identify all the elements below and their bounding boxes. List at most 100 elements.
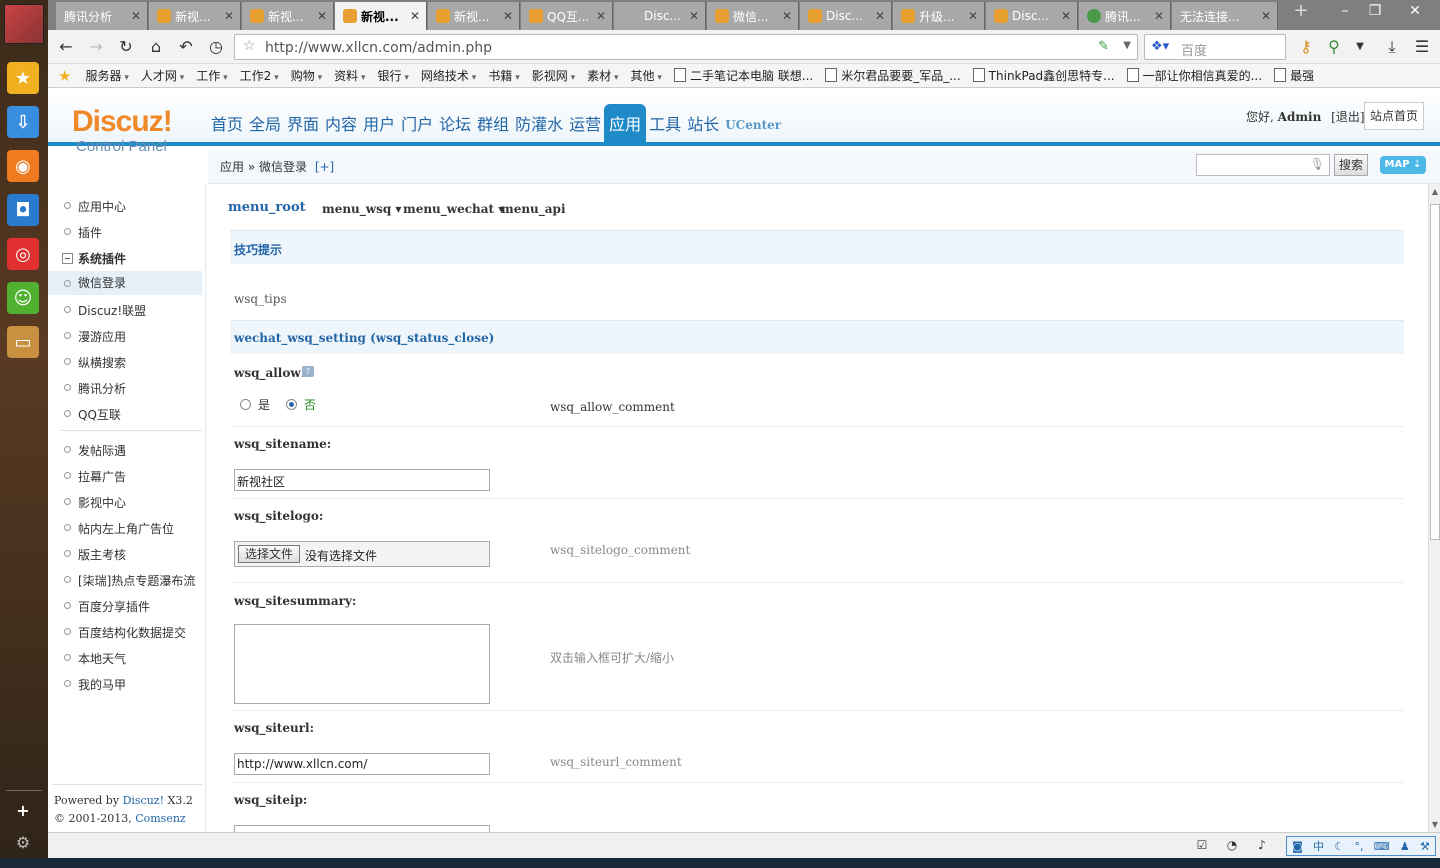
help-icon[interactable]: ?	[302, 366, 314, 377]
notes-icon[interactable]: ▭	[7, 326, 39, 358]
close-icon[interactable]: ✕	[131, 9, 141, 23]
forward-icon[interactable]: →	[84, 36, 108, 58]
allow-yes-radio[interactable]	[240, 399, 251, 410]
sitelogo-file-input[interactable]: 选择文件 没有选择文件	[234, 541, 490, 567]
close-icon[interactable]: ✕	[1061, 9, 1071, 23]
map-button[interactable]: MAP ⇣	[1380, 156, 1426, 174]
sidebar-item-app-center[interactable]: 应用中心	[63, 198, 126, 215]
submenu-root[interactable]: menu_root	[228, 200, 306, 215]
menu-icon[interactable]: ☰	[1410, 36, 1434, 58]
minimize-icon[interactable]: –	[1330, 0, 1360, 22]
bookmark-folder[interactable]: 资料	[334, 67, 365, 84]
new-tab-icon[interactable]: +	[1286, 0, 1316, 22]
sidebar-item-plugin[interactable]: 影视中心	[63, 494, 126, 511]
nav-safe[interactable]: 防灌水	[512, 104, 566, 142]
sidebar-item-plugins[interactable]: 插件	[63, 224, 102, 241]
vertical-scrollbar[interactable]: ▲ ▼	[1428, 184, 1440, 832]
gamepad-icon[interactable]: ◘	[7, 194, 39, 226]
submenu-wechat[interactable]: menu_wechat ▾	[403, 202, 504, 216]
nav-content[interactable]: 内容	[322, 104, 360, 142]
discuz-logo[interactable]: Discuz! Control Panel	[72, 107, 173, 156]
sidebar-item-manyou[interactable]: 漫游应用	[63, 328, 126, 345]
admin-search-input[interactable]: 🎙	[1196, 154, 1330, 176]
home-icon[interactable]: ⌂	[144, 36, 168, 58]
weibo-icon[interactable]: ◎	[7, 238, 39, 270]
nav-forum[interactable]: 论坛	[436, 104, 474, 142]
tab[interactable]: 升级... ✕	[893, 2, 985, 30]
bookmark-link[interactable]: 米尔君品要要_军品_...	[825, 67, 960, 84]
nav-ucenter[interactable]: UCenter	[722, 104, 784, 142]
sidebar-group-system-plugins[interactable]: 系统插件	[62, 250, 126, 267]
bookmark-folder[interactable]: 服务器	[85, 67, 128, 84]
bookmark-link[interactable]: 最强	[1274, 67, 1314, 84]
sitesummary-textarea[interactable]	[234, 624, 490, 704]
sidebar-item-plugin[interactable]: 百度分享插件	[63, 598, 150, 615]
reload-icon[interactable]: ↻	[114, 36, 138, 58]
sidebar-item-plugin[interactable]: 本地天气	[63, 650, 126, 667]
tab[interactable]: 新视... ✕	[428, 2, 520, 30]
ime-user-icon[interactable]: ♟	[1400, 840, 1410, 853]
collapse-icon[interactable]	[62, 253, 73, 264]
submenu-wsq[interactable]: menu_wsq ▾	[322, 202, 401, 216]
favorites-star-icon[interactable]: ★	[7, 62, 39, 94]
nav-group[interactable]: 群组	[474, 104, 512, 142]
tab[interactable]: Disc... ✕	[986, 2, 1078, 30]
download-manager-icon[interactable]: ⤓	[1380, 36, 1404, 58]
sidebar-item-plugin[interactable]: [柒瑞]热点专题瀑布流	[63, 572, 195, 589]
sidebar-item-plugin[interactable]: 拉幕广告	[63, 468, 126, 485]
sidebar-item-qq-connect[interactable]: QQ互联	[64, 406, 121, 423]
expand-menu-link[interactable]: [+]	[315, 160, 334, 174]
bookmark-folder[interactable]: 工作2	[240, 67, 279, 84]
sidebar-item-union[interactable]: Discuz!联盟	[63, 302, 146, 319]
sidebar-item-plugin[interactable]: 帖内左上角广告位	[63, 520, 174, 537]
tab[interactable]: 微信... ✕	[707, 2, 799, 30]
sitename-input[interactable]: 新视社区	[234, 469, 490, 491]
close-icon[interactable]: ✕	[1261, 9, 1271, 23]
bookmark-link[interactable]: ThinkPad鑫创思特专...	[973, 67, 1115, 84]
baidu-paw-icon[interactable]: ❖▾	[1151, 39, 1169, 54]
choose-file-button[interactable]: 选择文件	[238, 545, 301, 563]
close-icon[interactable]: ✕	[317, 9, 327, 23]
close-icon[interactable]: ✕	[1154, 9, 1164, 23]
user-avatar[interactable]	[4, 4, 44, 44]
nav-tools[interactable]: 工具	[646, 104, 684, 142]
sidebar-item-search[interactable]: 纵横搜索	[63, 354, 126, 371]
search-button[interactable]: 搜索	[1334, 154, 1368, 176]
ime-chinese-icon[interactable]: 中	[1313, 838, 1324, 854]
favorites-star-icon[interactable]: ★	[58, 67, 71, 85]
ime-moon-icon[interactable]: ☾	[1334, 840, 1344, 853]
sidebar-item-plugin[interactable]: 我的马甲	[63, 676, 126, 693]
scrollbar-thumb[interactable]	[1430, 204, 1440, 540]
close-icon[interactable]: ✕	[596, 9, 606, 23]
tab[interactable]: QQ互... ✕	[521, 2, 613, 30]
bookmark-folder[interactable]: 网络技术	[421, 67, 476, 84]
tab[interactable]: 新视... ✕	[149, 2, 241, 30]
smiley-icon[interactable]: ☺	[7, 282, 39, 314]
gear-icon[interactable]: ⚙	[7, 826, 39, 858]
window-close-icon[interactable]: ✕	[1400, 0, 1430, 22]
discuz-link[interactable]: Discuz!	[123, 794, 164, 807]
volume-icon[interactable]: ♪	[1254, 838, 1270, 854]
nav-portal[interactable]: 门户	[398, 104, 436, 142]
close-icon[interactable]: ✕	[689, 9, 699, 23]
close-icon[interactable]: ✕	[410, 9, 420, 23]
ime-logo-icon[interactable]: ◙	[1292, 840, 1303, 853]
tab[interactable]: 腾讯分析 ✕	[56, 2, 148, 30]
ime-tool-icon[interactable]: ⚒	[1420, 840, 1430, 853]
ime-punct-icon[interactable]: °,	[1354, 840, 1363, 853]
sidebar-item-plugin[interactable]: 百度结构化数据提交	[63, 624, 186, 641]
ime-keyboard-icon[interactable]: ⌨	[1374, 840, 1390, 853]
bookmark-link[interactable]: 一部让你相信真爱的...	[1127, 67, 1262, 84]
bookmark-folder[interactable]: 银行	[378, 67, 409, 84]
tab[interactable]: 腾讯... ✕	[1079, 2, 1171, 30]
siteip-input[interactable]	[234, 825, 490, 832]
allow-no-radio[interactable]	[286, 399, 297, 410]
history-icon[interactable]: ◷	[204, 36, 228, 58]
undo-icon[interactable]: ↶	[174, 36, 198, 58]
nav-style[interactable]: 界面	[284, 104, 322, 142]
bookmark-folder[interactable]: 人才网	[141, 67, 184, 84]
sidebar-item-plugin[interactable]: 版主考核	[63, 546, 126, 563]
close-icon[interactable]: ✕	[968, 9, 978, 23]
compat-mode-icon[interactable]: ✎	[1098, 39, 1109, 54]
check-icon[interactable]: ☑	[1194, 838, 1210, 854]
